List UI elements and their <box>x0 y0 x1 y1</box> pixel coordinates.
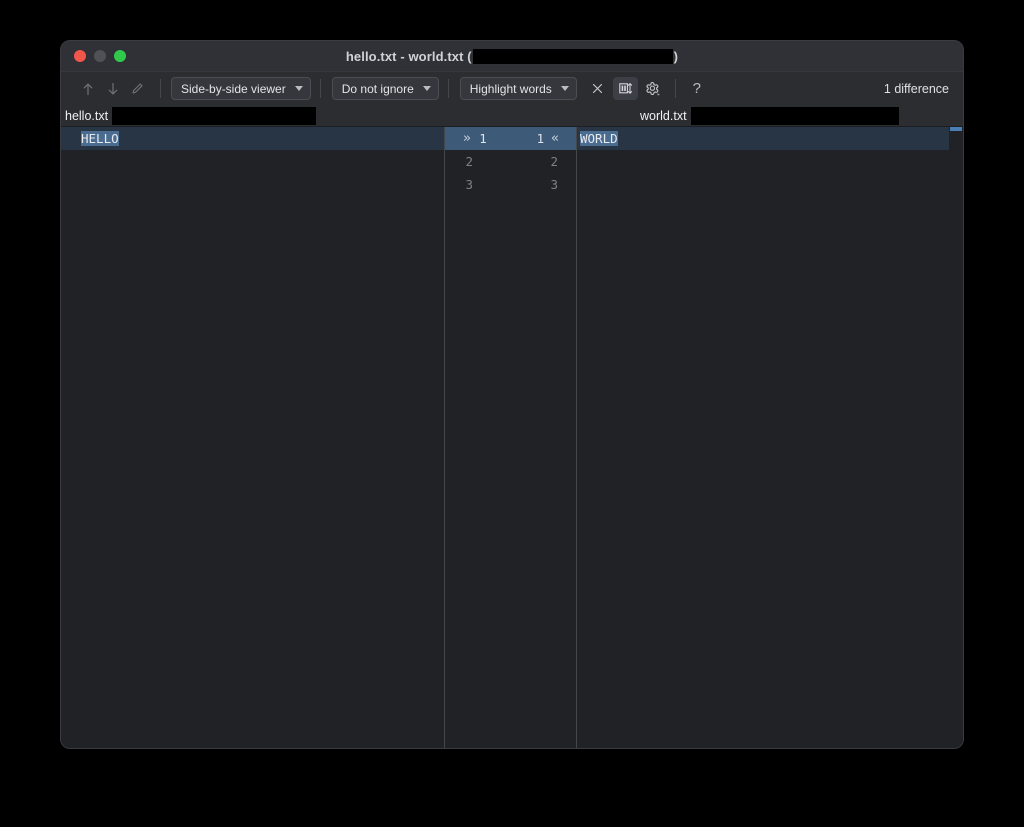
left-line-2[interactable] <box>61 150 444 173</box>
accept-left-to-right-icon[interactable]: » <box>463 131 471 146</box>
left-line-number-1: 1 <box>479 131 487 146</box>
file-path-bar: hello.txt world.txt <box>61 105 963 127</box>
diff-gutter: » 1 1 « 2 2 3 3 <box>445 127 577 748</box>
minimize-window-button[interactable] <box>94 50 106 62</box>
right-line-number-2: 2 <box>550 154 558 169</box>
window-title-prefix: hello.txt - world.txt ( <box>345 48 472 64</box>
window-title: hello.txt - world.txt ( ) <box>61 48 963 64</box>
right-line-number-1: 1 <box>536 131 545 146</box>
window-title-suffix: ) <box>673 48 679 64</box>
accept-right-to-left-icon[interactable]: « <box>551 131 559 146</box>
diff-window: hello.txt - world.txt ( ) Side-by-side v… <box>60 40 964 749</box>
settings-gear-icon[interactable] <box>641 77 666 100</box>
path-bar-gutter-spacer <box>445 105 577 126</box>
left-file-name: hello.txt <box>65 108 109 123</box>
difference-count-label: 1 difference <box>883 81 949 96</box>
right-line-1-highlighted-word: WORLD <box>580 131 618 146</box>
toolbar-divider-1 <box>160 79 161 98</box>
left-line-1-text: HELLO <box>61 127 444 150</box>
left-line-3[interactable] <box>61 173 444 196</box>
right-line-3[interactable] <box>577 173 963 196</box>
chevron-down-icon <box>560 86 569 91</box>
diff-body: HELLO » 1 1 « 2 2 3 3 WORLD <box>61 127 963 748</box>
redacted-path-title <box>472 48 673 64</box>
redacted-left-path <box>112 106 317 125</box>
traffic-light-group <box>74 50 126 62</box>
diff-marker-scrollbar[interactable] <box>949 127 963 748</box>
gutter-row-1[interactable]: » 1 1 « <box>445 127 576 150</box>
highlight-mode-label: Highlight words <box>469 81 552 96</box>
help-button[interactable]: ? <box>687 80 707 97</box>
toolbar-divider-3 <box>447 79 449 98</box>
toolbar-divider-2 <box>319 79 321 98</box>
left-editor-pane[interactable]: HELLO <box>61 127 445 748</box>
collapse-unchanged-icon[interactable] <box>585 77 610 100</box>
zoom-window-button[interactable] <box>114 50 126 62</box>
ignore-mode-label: Do not ignore <box>341 81 414 96</box>
chevron-down-icon <box>294 86 303 91</box>
viewer-mode-label: Side-by-side viewer <box>181 81 286 96</box>
window-titlebar: hello.txt - world.txt ( ) <box>61 41 963 72</box>
toolbar-divider-4 <box>674 79 676 98</box>
gutter-row-2-right: 2 <box>548 154 558 169</box>
left-line-1-highlighted-word: HELLO <box>81 131 119 146</box>
right-line-1[interactable]: WORLD <box>577 127 963 150</box>
diff-toolbar: Side-by-side viewer Do not ignore Highli… <box>61 72 963 105</box>
gutter-row-3[interactable]: 3 3 <box>445 173 576 196</box>
right-line-2[interactable] <box>577 150 963 173</box>
gutter-row-3-right: 3 <box>548 177 558 192</box>
left-line-number-3: 3 <box>465 177 473 192</box>
right-file-name: world.txt <box>640 108 687 123</box>
left-file-path[interactable]: hello.txt <box>61 105 445 126</box>
gutter-row-2[interactable]: 2 2 <box>445 150 576 173</box>
gutter-row-2-left: 2 <box>463 154 473 169</box>
gutter-row-1-left: » 1 <box>463 131 487 146</box>
diff-marker-line-1[interactable] <box>950 127 962 131</box>
right-file-path[interactable]: world.txt <box>577 105 963 126</box>
chevron-down-icon <box>422 86 431 91</box>
right-editor-pane[interactable]: WORLD <box>577 127 963 748</box>
synchronize-scrolling-icon[interactable] <box>612 77 638 100</box>
close-window-button[interactable] <box>74 50 86 62</box>
right-line-number-3: 3 <box>550 177 558 192</box>
redacted-right-path <box>690 106 899 125</box>
right-line-1-text: WORLD <box>577 127 963 150</box>
left-line-1[interactable]: HELLO <box>61 127 444 150</box>
ignore-mode-dropdown[interactable]: Do not ignore <box>331 77 439 100</box>
gutter-row-1-right: 1 « <box>534 131 559 146</box>
gutter-row-3-left: 3 <box>463 177 473 192</box>
viewer-mode-dropdown[interactable]: Side-by-side viewer <box>171 77 311 100</box>
edit-pencil-icon[interactable] <box>125 77 150 100</box>
highlight-mode-dropdown[interactable]: Highlight words <box>459 77 577 100</box>
next-difference-button[interactable] <box>100 77 125 100</box>
previous-difference-button[interactable] <box>75 77 100 100</box>
left-line-number-2: 2 <box>465 154 473 169</box>
